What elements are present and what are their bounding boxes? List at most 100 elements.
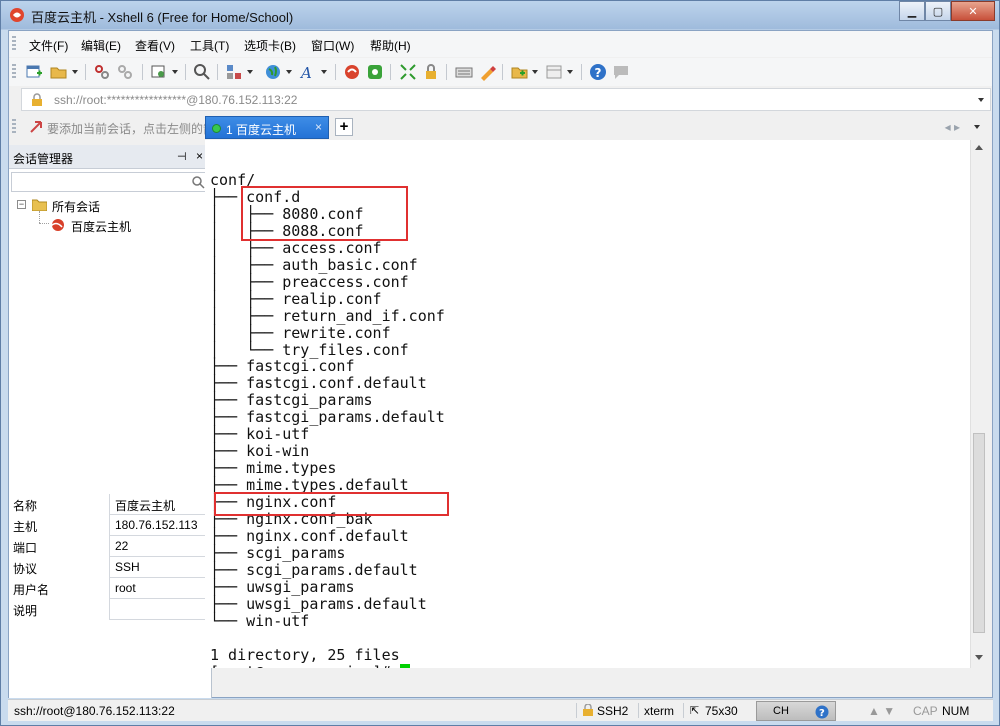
collapse-toggle-icon[interactable]: − xyxy=(17,200,26,209)
app-window: 百度云主机 - Xshell 6 (Free for Home/School) … xyxy=(0,0,1000,726)
tree-label-all-sessions: 所有会话 xyxy=(52,200,101,214)
ime-toolbar[interactable]: CH ? xyxy=(756,701,836,721)
terminal-line: │ ├── preaccess.conf xyxy=(210,272,409,291)
tree-label-session: 百度云主机 xyxy=(71,220,132,234)
tab-scroll-arrows[interactable]: ◂ ▸ xyxy=(945,120,960,134)
new-tab-button[interactable]: + xyxy=(335,118,353,136)
connected-status-icon xyxy=(212,124,221,133)
session-manager-header: 会话管理器 ⊣ × xyxy=(9,145,211,169)
menu-window[interactable]: 窗口(W) xyxy=(311,37,354,54)
tree-item-session[interactable]: 百度云主机 xyxy=(9,211,209,235)
property-value: SSH xyxy=(115,560,140,574)
toolbar-separator xyxy=(390,64,391,80)
layout-icon[interactable] xyxy=(225,63,243,81)
properties-dropdown-icon[interactable] xyxy=(172,70,178,74)
terminal-line: └── win-utf xyxy=(210,611,310,630)
lock-icon xyxy=(32,93,42,106)
xftp-icon[interactable] xyxy=(366,63,384,81)
terminal-output[interactable]: conf/├── conf.d │ ├── 8080.conf │ ├── 8088… xyxy=(205,140,970,668)
terminal-line: ├── fastcgi.conf xyxy=(210,357,355,376)
keyboard-icon[interactable] xyxy=(455,63,473,81)
status-separator xyxy=(576,703,577,718)
terminal-line: │ ├── realip.conf xyxy=(210,289,382,308)
font-dropdown-icon[interactable] xyxy=(321,70,327,74)
open-dropdown-icon[interactable] xyxy=(72,70,78,74)
tab-label: 1 百度云主机 xyxy=(226,123,297,137)
status-num: NUM xyxy=(942,704,970,718)
menu-help[interactable]: 帮助(H) xyxy=(370,37,411,54)
menu-file[interactable]: 文件(F) xyxy=(29,37,68,54)
address-bar[interactable]: ssh://root:*****************@180.76.152.… xyxy=(21,88,991,111)
session-properties: 名称 百度云主机 主机 180.76.152.113 端口 22 协议 SSH 用户名 r… xyxy=(9,494,212,620)
terminal-line: ├── scgi_params.default xyxy=(210,560,418,579)
status-size: 75x30 xyxy=(705,704,738,718)
terminal-scrollbar[interactable] xyxy=(970,140,986,668)
property-value: 百度云主机 xyxy=(115,499,176,513)
menu-grip[interactable] xyxy=(12,36,16,52)
close-button[interactable]: ✕ xyxy=(951,1,995,21)
toolbar-grip[interactable] xyxy=(12,64,16,80)
add-dropdown-icon[interactable] xyxy=(532,70,538,74)
layout-dropdown-icon[interactable] xyxy=(247,70,253,74)
maximize-button[interactable]: ▢ xyxy=(925,1,951,21)
status-separator xyxy=(683,703,684,718)
terminal-line: ├── uwsgi_params xyxy=(210,577,355,596)
tile-dropdown-icon[interactable] xyxy=(567,70,573,74)
tile-icon[interactable] xyxy=(545,63,563,81)
lock-icon[interactable] xyxy=(422,63,440,81)
property-key: 端口 xyxy=(9,536,110,557)
help-icon[interactable]: ? xyxy=(589,63,607,81)
address-dropdown-icon[interactable] xyxy=(978,98,984,102)
hint-grip[interactable] xyxy=(12,119,16,135)
ime-language[interactable]: CH xyxy=(773,705,789,717)
menu-edit[interactable]: 编辑(E) xyxy=(81,37,121,54)
new-session-icon[interactable] xyxy=(25,63,43,81)
connect-icon[interactable] xyxy=(93,63,111,81)
tab-close-icon[interactable]: × xyxy=(315,120,322,134)
scroll-thumb[interactable] xyxy=(973,433,985,633)
chat-icon[interactable] xyxy=(612,63,630,81)
menu-tools[interactable]: 工具(T) xyxy=(190,37,229,54)
xshell-icon[interactable] xyxy=(343,63,361,81)
terminal-line: ├── koi-win xyxy=(210,442,310,461)
terminal-cursor xyxy=(399,663,410,668)
tab-list-dropdown-icon[interactable] xyxy=(974,125,980,129)
search-icon[interactable] xyxy=(192,176,205,189)
menu-tab[interactable]: 选项卡(B) xyxy=(244,37,296,54)
open-folder-icon[interactable] xyxy=(50,63,68,81)
session-search-input[interactable] xyxy=(11,172,210,192)
terminal-line: │ └── try_files.conf xyxy=(210,340,409,359)
status-term: xterm xyxy=(644,704,674,718)
close-panel-icon[interactable]: × xyxy=(196,149,203,163)
scroll-up-icon[interactable] xyxy=(975,145,983,150)
window-title: 百度云主机 - Xshell 6 (Free for Home/School) xyxy=(31,10,294,25)
title-bar[interactable]: 百度云主机 - Xshell 6 (Free for Home/School) … xyxy=(1,1,999,29)
svg-text:?: ? xyxy=(595,66,602,80)
pin-icon[interactable]: ⊣ xyxy=(177,150,187,163)
session-icon xyxy=(49,219,64,231)
property-key: 用户名 xyxy=(9,578,110,599)
resize-icon: ⇱ xyxy=(690,705,700,717)
globe-icon[interactable] xyxy=(264,63,282,81)
menu-view[interactable]: 查看(V) xyxy=(135,37,175,54)
property-value: 22 xyxy=(115,539,129,553)
toolbar-separator xyxy=(581,64,582,80)
tab-session-1[interactable]: 1 百度云主机 × xyxy=(205,116,329,139)
ime-help-icon[interactable]: ? xyxy=(815,705,829,719)
arrow-hint-icon[interactable] xyxy=(29,120,43,134)
minimize-button[interactable]: ▁ xyxy=(899,1,925,21)
find-icon[interactable] xyxy=(193,63,211,81)
disconnect-icon[interactable] xyxy=(116,63,134,81)
ssh-lock-icon xyxy=(583,704,593,716)
font-icon[interactable]: A xyxy=(299,63,317,81)
tab-bar: 1 百度云主机 × + ◂ ▸ xyxy=(205,115,986,139)
session-tree: − 所有会话 百度云主机 xyxy=(9,195,209,235)
property-value xyxy=(111,599,211,620)
fullscreen-icon[interactable] xyxy=(399,63,417,81)
properties-icon[interactable] xyxy=(150,63,168,81)
globe-dropdown-icon[interactable] xyxy=(286,70,292,74)
scroll-down-icon[interactable] xyxy=(975,655,983,660)
add-to-session-icon[interactable] xyxy=(511,63,529,81)
highlight-icon[interactable] xyxy=(478,63,496,81)
scroll-arrows-icon[interactable]: ▲ ▼ xyxy=(868,704,895,718)
